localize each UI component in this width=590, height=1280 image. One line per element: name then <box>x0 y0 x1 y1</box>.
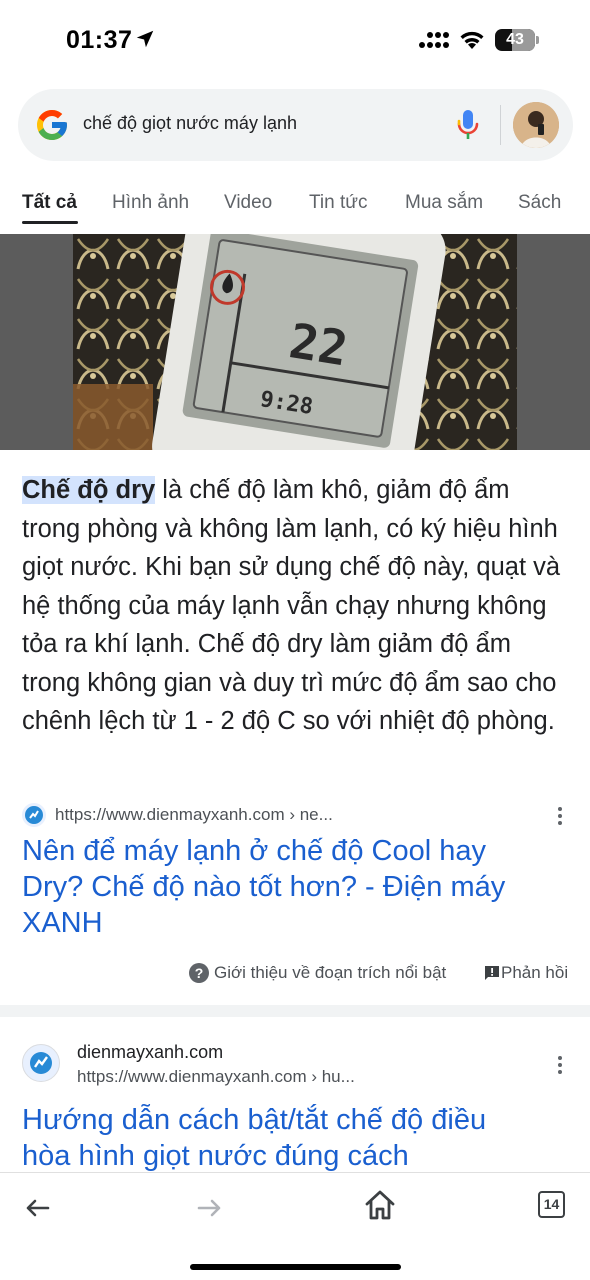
home-indicator <box>190 1264 401 1270</box>
dienmayxanh-favicon-icon <box>22 803 46 827</box>
wifi-icon <box>460 31 484 49</box>
result-title-line-1[interactable]: Hướng dẫn cách bật/tắt chế độ điều <box>22 1102 582 1138</box>
section-divider <box>0 1005 590 1017</box>
feedback-icon[interactable] <box>483 964 501 982</box>
dienmayxanh-favicon-icon <box>22 1044 60 1082</box>
avatar[interactable] <box>513 102 559 148</box>
forward-arrow-icon[interactable] <box>191 1190 227 1226</box>
cellular-signal-icon <box>419 32 449 48</box>
active-tab-indicator <box>22 221 78 224</box>
result-title-link[interactable]: Hướng dẫn cách bật/tắt chế độ điều hòa h… <box>22 1102 582 1172</box>
google-logo-icon <box>37 110 67 140</box>
result-site-name[interactable]: dienmayxanh.com <box>77 1042 223 1063</box>
source-url[interactable]: https://www.dienmayxanh.com › ne... <box>55 805 333 825</box>
microphone-icon[interactable] <box>456 109 480 141</box>
back-arrow-icon[interactable] <box>20 1190 56 1226</box>
home-icon[interactable] <box>362 1187 398 1223</box>
tabs-count-button[interactable]: 14 <box>538 1191 565 1218</box>
snippet-feedback-row: ? Giới thiệu về đoạn trích nổi bật Phản … <box>0 962 590 986</box>
tab-shopping[interactable]: Mua sắm <box>405 192 483 214</box>
display-temperature: 22 <box>286 313 352 377</box>
about-snippet-link[interactable]: Giới thiệu về đoạn trích nổi bật <box>214 963 446 983</box>
more-options-icon[interactable] <box>557 1056 563 1078</box>
featured-snippet-text: Chế độ dry là chế độ làm khô, giảm độ ẩm… <box>22 471 574 741</box>
profile-photo-icon <box>513 102 559 148</box>
feedback-link[interactable]: Phản hồi <box>501 963 568 983</box>
tab-video[interactable]: Video <box>224 192 272 214</box>
snippet-body: là chế độ làm khô, giảm độ ẩm trong phòn… <box>22 476 561 735</box>
status-bar: 01:37 43 <box>0 0 590 80</box>
snippet-highlight: Chế độ dry <box>22 476 156 504</box>
tab-all[interactable]: Tất cả <box>22 192 77 214</box>
battery-icon: 43 <box>495 29 539 51</box>
status-time: 01:37 <box>66 26 133 54</box>
help-icon[interactable]: ? <box>189 963 209 983</box>
remote-control-image: 22 9:28 <box>73 234 517 450</box>
search-tabs: Tất cả Hình ảnh Video Tin tức Mua sắm Sá… <box>0 183 590 228</box>
snippet-result-title-link[interactable]: Nên để máy lạnh ở chế độ Cool hay Dry? C… <box>22 833 552 941</box>
tab-books[interactable]: Sách <box>518 192 561 214</box>
more-options-icon[interactable] <box>557 807 563 829</box>
tab-images[interactable]: Hình ảnh <box>112 192 189 214</box>
battery-level: 43 <box>506 31 524 48</box>
bottom-navigation: 14 <box>0 1172 590 1280</box>
snippet-source[interactable]: https://www.dienmayxanh.com › ne... <box>22 803 574 829</box>
result-title-line-2[interactable]: hòa hình giọt nước đúng cách <box>22 1138 582 1172</box>
result-url[interactable]: https://www.dienmayxanh.com › hu... <box>77 1067 355 1087</box>
featured-image[interactable]: 22 9:28 <box>0 234 590 450</box>
search-input[interactable]: chế độ giọt nước máy lạnh <box>83 113 297 134</box>
search-divider <box>500 105 501 145</box>
location-arrow-icon <box>136 30 154 48</box>
search-bar[interactable]: chế độ giọt nước máy lạnh <box>18 89 573 161</box>
tab-news[interactable]: Tin tức <box>309 192 367 214</box>
